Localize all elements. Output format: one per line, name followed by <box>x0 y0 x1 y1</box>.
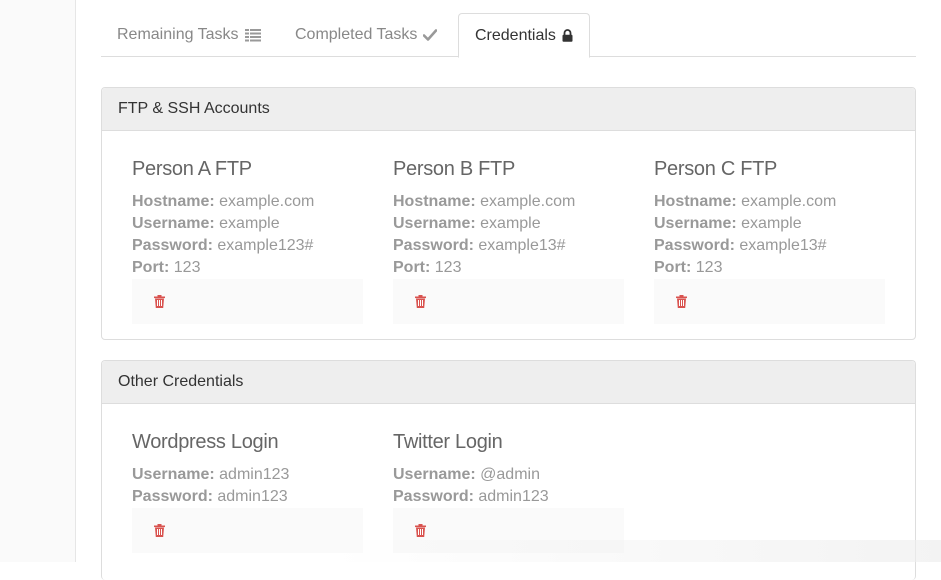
username-field: Username: example <box>132 215 280 232</box>
hostname-field: Hostname: example.com <box>654 193 837 210</box>
credential-title: Person C FTP <box>654 158 778 180</box>
tab-label: Completed Tasks <box>295 26 418 43</box>
port-field: Port: 123 <box>132 259 201 276</box>
tab-bar: Remaining Tasks Completed Tasks Credenti… <box>101 0 916 58</box>
password-field: Password: admin123 <box>132 488 288 505</box>
credential-actions <box>132 508 363 553</box>
lock-icon <box>562 29 573 42</box>
credential-title: Person B FTP <box>393 158 515 180</box>
credential-card: Person A FTP Hostname: example.com Usern… <box>132 157 364 324</box>
hostname-field: Hostname: example.com <box>132 193 315 210</box>
panel-title: Other Credentials <box>102 361 915 404</box>
credential-actions <box>393 279 624 324</box>
hostname-field: Hostname: example.com <box>393 193 576 210</box>
trash-icon[interactable] <box>413 295 427 309</box>
trash-icon[interactable] <box>674 295 688 309</box>
password-field: Password: example123# <box>132 237 314 254</box>
credential-card: Twitter Login Username: @admin Password:… <box>393 430 625 553</box>
credential-title: Wordpress Login <box>132 431 279 453</box>
main-content: Remaining Tasks Completed Tasks Credenti… <box>101 0 916 580</box>
tab-completed-tasks[interactable]: Completed Tasks <box>279 13 453 57</box>
credential-card: Person B FTP Hostname: example.com Usern… <box>393 157 625 324</box>
trash-icon[interactable] <box>152 295 166 309</box>
password-field: Password: example13# <box>654 237 827 254</box>
port-field: Port: 123 <box>393 259 462 276</box>
credential-actions <box>132 279 363 324</box>
credential-actions <box>654 279 885 324</box>
credential-title: Person A FTP <box>132 158 252 180</box>
credential-card: Wordpress Login Username: admin123 Passw… <box>132 430 364 553</box>
credential-title: Twitter Login <box>393 431 503 453</box>
check-icon <box>423 29 438 41</box>
credential-card: Person C FTP Hostname: example.com Usern… <box>654 157 886 324</box>
ftp-ssh-panel: FTP & SSH Accounts Person A FTP Hostname… <box>101 87 916 340</box>
tab-credentials[interactable]: Credentials <box>458 13 590 58</box>
port-field: Port: 123 <box>654 259 723 276</box>
list-icon <box>244 28 261 42</box>
panel-title: FTP & SSH Accounts <box>102 88 915 131</box>
username-field: Username: @admin <box>393 466 540 483</box>
bottom-shadow <box>330 540 941 562</box>
username-field: Username: admin123 <box>132 466 290 483</box>
tab-label: Credentials <box>475 26 556 44</box>
tab-label: Remaining Tasks <box>117 26 239 43</box>
left-sidebar <box>0 0 76 562</box>
password-field: Password: admin123 <box>393 488 549 505</box>
trash-icon[interactable] <box>413 524 427 538</box>
username-field: Username: example <box>654 215 802 232</box>
username-field: Username: example <box>393 215 541 232</box>
password-field: Password: example13# <box>393 237 566 254</box>
tab-remaining-tasks[interactable]: Remaining Tasks <box>101 13 277 57</box>
trash-icon[interactable] <box>152 524 166 538</box>
